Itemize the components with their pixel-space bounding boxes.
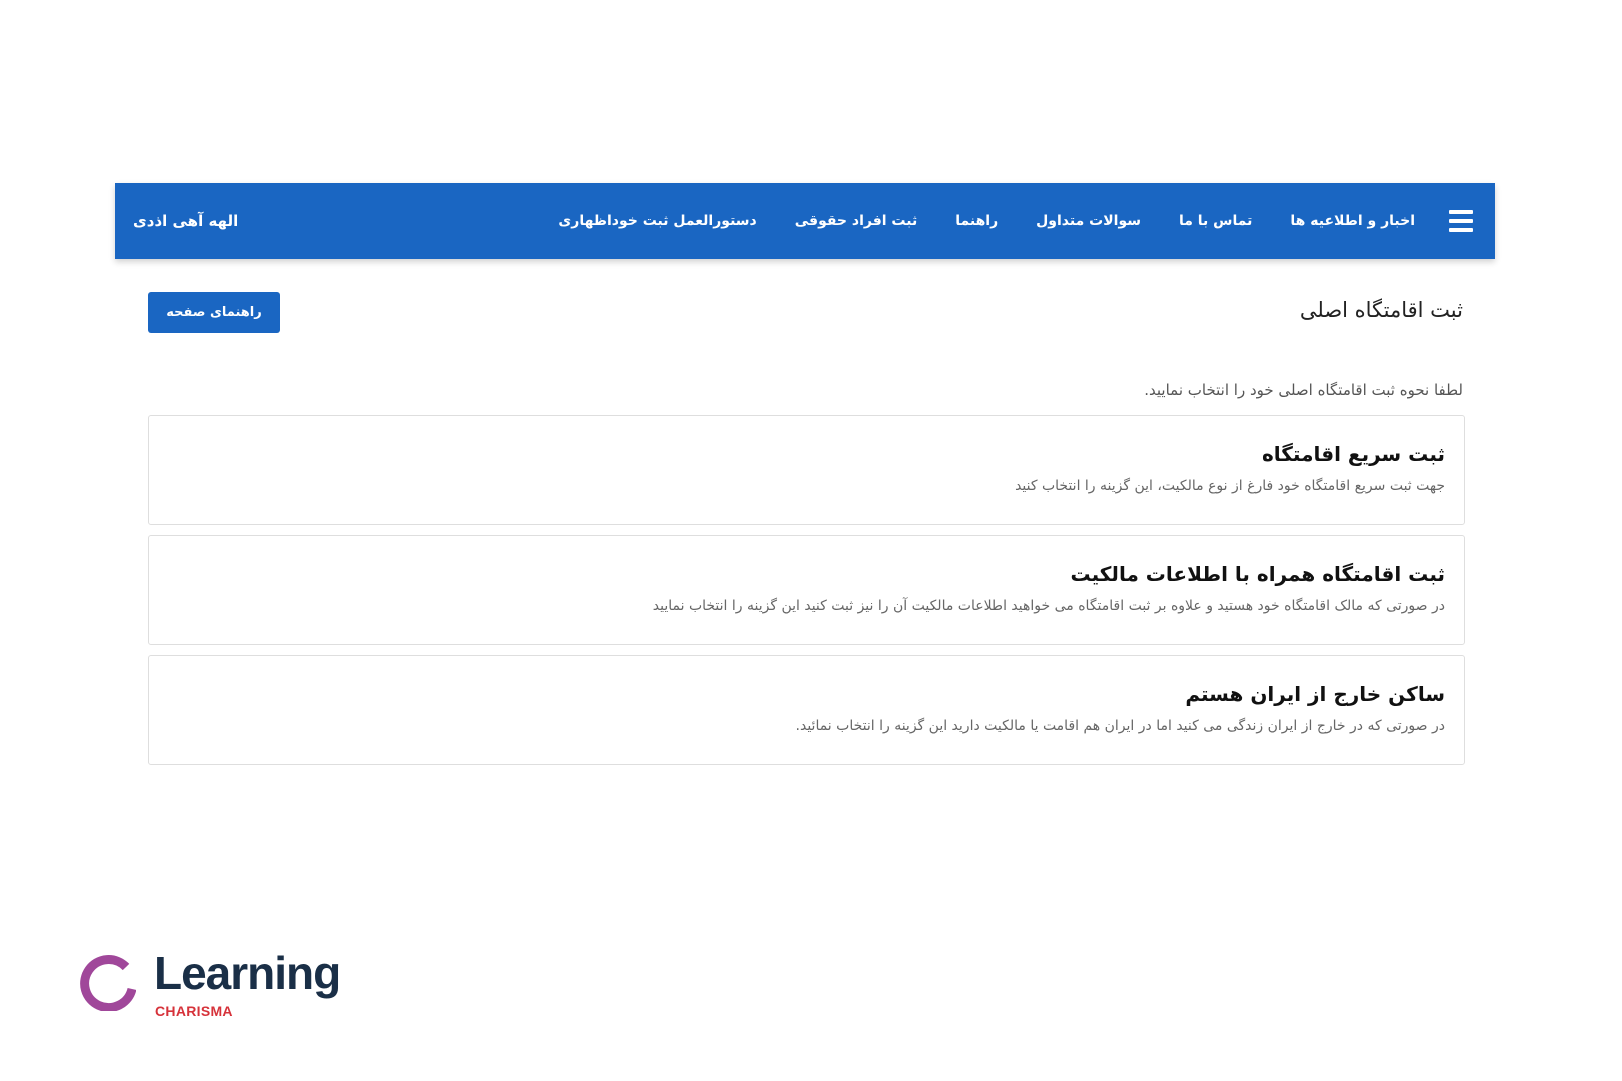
nav-item-legal-entities[interactable]: ثبت افراد حقوقی	[795, 213, 917, 229]
logo-sub: CHARISMA	[155, 1003, 233, 1019]
nav-item-guide[interactable]: راهنما	[955, 213, 998, 229]
page-help-button[interactable]: راهنمای صفحه	[148, 292, 280, 333]
instruction-text: لطفا نحوه ثبت اقامتگاه اصلی خود را انتخا…	[1144, 381, 1463, 399]
hamburger-icon[interactable]	[1449, 210, 1473, 232]
option-description: در صورتی که مالک اقامتگاه خود هستید و عل…	[652, 598, 1445, 614]
nav-item-self-declaration[interactable]: دستورالعمل ثبت خوداظهاری	[558, 213, 756, 229]
app-frame: اخبار و اطلاعیه ها تماس با ما سوالات متد…	[115, 183, 1495, 783]
nav-item-contact[interactable]: تماس با ما	[1179, 213, 1252, 229]
option-title: ساکن خارج از ایران هستم	[1185, 682, 1445, 706]
top-navbar: اخبار و اطلاعیه ها تماس با ما سوالات متد…	[115, 183, 1495, 259]
learning-charisma-logo: Learning CHARISMA	[80, 947, 360, 1022]
nav-menu: اخبار و اطلاعیه ها تماس با ما سوالات متد…	[520, 213, 1415, 229]
user-name[interactable]: الهه آهی اذدی	[133, 212, 238, 230]
logo-ring-icon	[80, 955, 136, 1011]
logo-word: Learning	[154, 947, 341, 999]
option-description: جهت ثبت سریع اقامتگاه خود فارغ از نوع ما…	[1015, 478, 1445, 494]
option-title: ثبت اقامتگاه همراه با اطلاعات مالکیت	[1070, 562, 1445, 586]
nav-item-news[interactable]: اخبار و اطلاعیه ها	[1290, 213, 1415, 229]
option-title: ثبت سریع اقامتگاه	[1261, 442, 1445, 466]
option-description: در صورتی که در خارج از ایران زندگی می کن…	[795, 718, 1445, 734]
option-resident-abroad[interactable]: ساکن خارج از ایران هستم در صورتی که در خ…	[148, 655, 1465, 765]
nav-item-faq[interactable]: سوالات متداول	[1036, 213, 1141, 229]
option-register-with-ownership[interactable]: ثبت اقامتگاه همراه با اطلاعات مالکیت در …	[148, 535, 1465, 645]
page-title: ثبت اقامتگاه اصلی	[1299, 298, 1463, 322]
option-quick-register[interactable]: ثبت سریع اقامتگاه جهت ثبت سریع اقامتگاه …	[148, 415, 1465, 525]
